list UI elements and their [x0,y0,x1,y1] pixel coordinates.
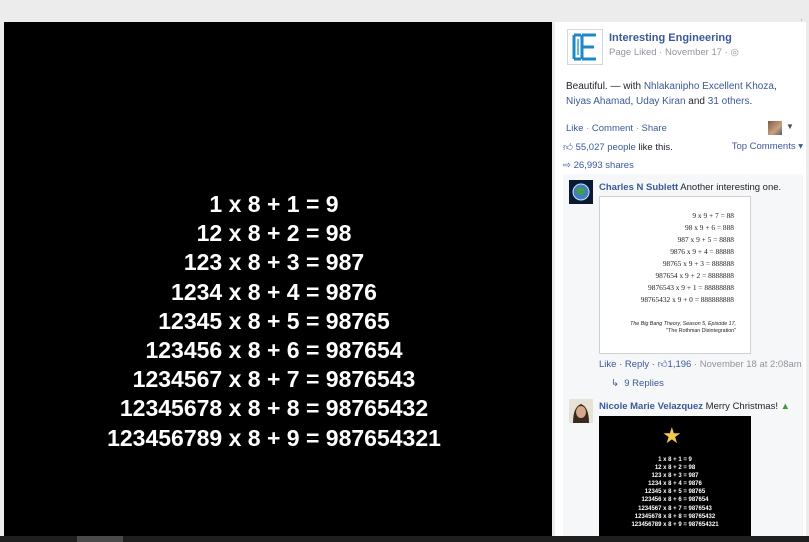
bottom-taskbar [0,536,809,542]
equation-line: 12345678 x 8 + 8 = 98765432 [119,395,429,422]
page-name-link[interactable]: Interesting Engineering [609,32,732,44]
photo-viewer[interactable]: 1 x 8 + 1 = 9 12 x 8 + 2 = 98 123 x 8 + … [4,22,552,536]
image-equation-line: 9 x 9 + 7 = 88 [692,211,734,220]
scrollbar-mark[interactable]: ˈ [800,18,803,27]
image-equation-line: 1 x 8 + 1 = 9 [658,457,692,463]
image-equation-line: 9876 x 9 + 4 = 88888 [670,247,734,256]
tagged-person-link[interactable]: Niyas Ahamad [566,96,630,107]
comment-author-link[interactable]: Charles N Sublett Another interesting on… [599,182,781,193]
equation-line: 123456789 x 8 + 9 = 987654321 [107,424,441,451]
comment-likes-count[interactable]: 1,196 [668,359,692,370]
commenter-avatar[interactable] [569,180,593,204]
comment: Nicole Marie Velazquez Merry Christmas! … [569,399,801,536]
image-equation-line: 98765432 x 9 + 0 = 888888888 [640,295,734,304]
image-equation-line: 12345 x 8 + 5 = 98765 [644,489,706,496]
post-caption: Beautiful. — with Nhlakanipho Excellent … [566,81,777,107]
image-equation-line: 987654 x 9 + 2 = 8888888 [655,271,734,280]
reply-arrow-icon: ↳ [611,378,619,389]
comment: Charles N Sublett Another interesting on… [569,180,802,390]
equation-line: 123 x 8 + 3 = 987 [183,249,365,276]
image-equation-line: 9876543 x 9 + 1 = 88888888 [648,283,734,292]
image-equation-line: 987 x 9 + 5 = 8888 [677,235,734,244]
page-logo[interactable] [567,29,603,65]
likes-summary: 👍︎ 55,027 people like this. Top Comments… [563,141,803,153]
shares-count-link[interactable]: 26,993 shares [574,160,634,171]
post-meta: Page Liked · November 17 · ◎ [609,47,739,58]
tagged-others-link[interactable]: 31 others [708,96,750,107]
tagged-person-link[interactable]: Uday Kiran [636,96,685,107]
like-link[interactable]: Like [566,123,583,134]
image-equation-line: 98765 x 9 + 3 = 888888 [662,259,734,268]
photo-theater: 1 x 8 + 1 = 9 12 x 8 + 2 = 98 123 x 8 + … [0,0,809,542]
image-equation-line: 1234 x 8 + 4 = 9876 [648,481,702,488]
image-equation-line: 123456789 x 8 + 9 = 987654321 [631,521,719,528]
image-source-caption: The Big Bang Theory, Season 5, Episode 1… [630,321,736,334]
comment-attached-image[interactable]: 9 x 9 + 7 = 88 98 x 9 + 6 = 888 987 x 9 … [599,196,751,354]
thumbs-up-icon: 👍︎ [563,142,573,153]
top-comments-dropdown[interactable]: Top Comments ▾ [732,141,803,152]
thumbs-up-icon: 👍︎ [657,359,668,370]
image-equation-line: 12 x 8 + 2 = 98 [654,465,696,472]
globe-icon: ◎ [730,47,739,58]
tagged-person-link[interactable]: Nhlakanipho Excellent Khoza [644,81,774,92]
image-equation-line: 98 x 9 + 6 = 888 [685,223,734,232]
equation-line: 1 x 8 + 1 = 9 [209,191,339,217]
image-equation-line: 1234567 x 8 + 7 = 9876543 [638,505,712,512]
comment-footer: Like · Reply · 👍︎1,196 · November 18 at … [599,358,802,370]
equation-line: 1234567 x 8 + 7 = 9876543 [132,366,416,393]
christmas-tree-icon: ▲ [780,401,791,412]
equation-line: 123456 x 8 + 6 = 987654 [145,337,403,364]
equation-line: 12345 x 8 + 5 = 98765 [158,307,390,334]
likes-count-link[interactable]: 55,027 people [576,142,636,153]
chevron-down-icon[interactable]: ▼ [786,122,794,131]
mini-equation-pyramid: 1 x 8 + 1 = 9 12 x 8 + 2 = 98 123 x 8 + … [599,456,751,529]
post-actions: Like · Comment · Share [566,123,667,134]
equation-line: 12 x 8 + 2 = 98 [196,220,352,247]
image-equation-line: 123 x 8 + 3 = 987 [651,473,699,480]
post-header: Interesting Engineering Page Liked · Nov… [567,29,806,65]
comment-author-link[interactable]: Nicole Marie Velazquez Merry Christmas! … [599,401,790,412]
share-link[interactable]: Share [642,123,667,134]
post-sidebar: Interesting Engineering Page Liked · Nov… [555,22,806,536]
taskbar-tab[interactable] [77,536,123,542]
image-equation-line: 123456 x 8 + 6 = 987654 [641,497,709,504]
viewer-avatar[interactable] [768,121,782,135]
comment-link[interactable]: Comment [592,123,633,134]
comment-timestamp[interactable]: · November 18 at 2:08am [691,359,802,370]
equation-pyramid: 1 x 8 + 1 = 9 12 x 8 + 2 = 98 123 x 8 + … [4,190,544,453]
commenter-avatar[interactable] [569,399,593,423]
shares-summary: ⇨ 26,993 shares [563,160,803,171]
equation-line: 1234 x 8 + 4 = 9876 [171,278,377,305]
share-arrow-icon: ⇨ [563,160,571,171]
image-equation-line: 12345678 x 8 + 8 = 98765432 [634,513,716,520]
comment-attached-image[interactable]: ★ 1 x 8 + 1 = 9 12 x 8 + 2 = 98 123 x 8 … [599,416,751,536]
view-replies-link[interactable]: ↳ 9 Replies [611,378,664,389]
comment-like-reply-links[interactable]: Like · Reply · [599,359,658,370]
star-icon: ★ [662,423,682,448]
